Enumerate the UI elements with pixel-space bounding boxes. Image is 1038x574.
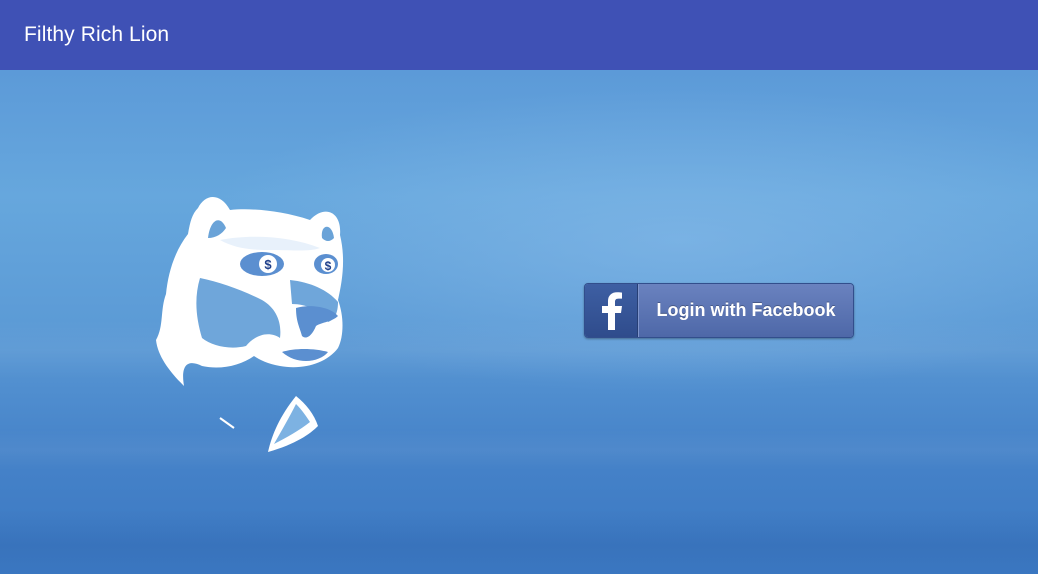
facebook-icon-box: [585, 284, 638, 337]
facebook-icon: [602, 291, 622, 330]
lion-right-eye: $: [314, 254, 338, 274]
svg-text:$: $: [264, 257, 272, 272]
login-with-facebook-button[interactable]: Login with Facebook: [584, 283, 854, 338]
facebook-button-label: Login with Facebook: [656, 300, 836, 320]
facebook-label-box: Login with Facebook: [638, 284, 853, 337]
login-screen: Filthy Rich Lion $ $ Login with Facebook: [0, 0, 1038, 574]
lion-chin-line: [219, 417, 235, 429]
svg-text:$: $: [325, 259, 332, 273]
background-haze: [0, 510, 1038, 574]
lion-head-logo: $ $: [156, 197, 344, 452]
app-bar: Filthy Rich Lion: [0, 0, 1038, 70]
lion-left-eye: $: [240, 252, 284, 276]
app-title: Filthy Rich Lion: [24, 23, 170, 46]
